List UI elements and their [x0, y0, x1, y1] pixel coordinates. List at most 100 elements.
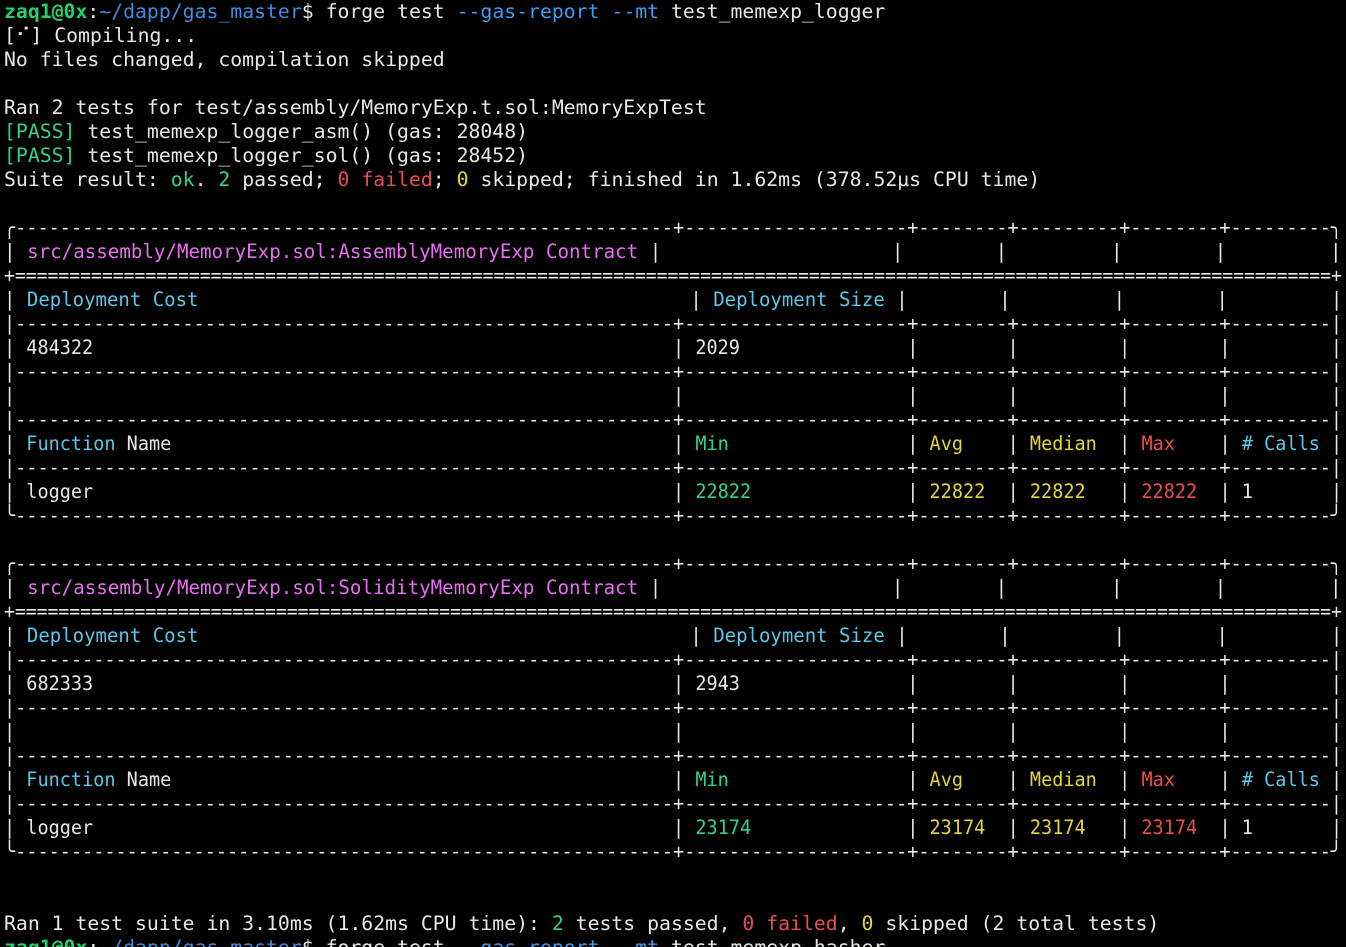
deployment-values-row: | 484322 | 2029 | | | | | [4, 336, 1342, 360]
function-header-row-segment: Max [1141, 432, 1175, 455]
prompt-command-line-segment: : [87, 0, 100, 23]
function-header-row-segment: Name | [115, 768, 696, 791]
terminal-window[interactable]: zaq1@0x: ~/dapp/gas_master$ forge test --… [4, 0, 1342, 947]
function-header-row-segment: Min [695, 768, 729, 791]
pass-sol-line: [PASS] test_memexp_logger_sol() (gas: 28… [4, 144, 1342, 168]
deployment-values-row-segment: | 682333 | 2943 | | | | | [4, 672, 1342, 695]
table-border: |---------------------------------------… [4, 456, 1342, 480]
table-border-segment: |---------------------------------------… [4, 696, 1342, 719]
ran-suite-summary-line-segment: tests passed, [563, 912, 743, 935]
deployment-header-row: | Deployment Cost | Deployment Size | | … [4, 288, 1342, 312]
function-header-row-segment: Name | [115, 432, 696, 455]
table-border: |---------------------------------------… [4, 792, 1342, 816]
prompt-command-line-segment: test_memexp_logger [659, 0, 886, 23]
pass-asm-line-segment: [PASS] [4, 120, 76, 143]
table-border: +=======================================… [4, 600, 1342, 624]
function-row-logger: | logger | 23174 | 23174 | 23174 | 23174… [4, 816, 1342, 840]
deployment-header-row-segment: Deployment Cost [26, 288, 199, 311]
function-header-row-segment: Median [1029, 768, 1097, 791]
table-border: ╰---------------------------------------… [4, 504, 1342, 528]
contract-title-row-segment: src/assembly/MemoryExp.sol:SolidityMemor… [27, 576, 639, 599]
function-header-row-segment: | [728, 768, 930, 791]
empty-row-segment: | | | | | | | [4, 720, 1342, 743]
empty-row: | | | | | | | [4, 720, 1342, 744]
function-header-row-segment: # Calls [1241, 432, 1320, 455]
function-header-row-segment: | [1319, 432, 1342, 455]
function-header-row-segment: | [1096, 432, 1142, 455]
deployment-header-row-segment: Deployment Size [713, 624, 885, 647]
function-row-logger-segment: | [751, 816, 930, 839]
function-header-row-segment: | [1096, 768, 1142, 791]
function-header-row-segment: | [4, 768, 27, 791]
deployment-values-row-segment: | 484322 | 2029 | | | | | [4, 336, 1342, 359]
function-header-row-segment: # Calls [1241, 768, 1320, 791]
table-border: |---------------------------------------… [4, 648, 1342, 672]
function-header-row-segment: Avg [929, 768, 964, 791]
suite-result-line-segment: 2 [218, 168, 231, 191]
function-header-row-segment: Avg [929, 432, 964, 455]
table-border-segment: +=======================================… [4, 600, 1342, 623]
function-row-logger-segment: | logger | [4, 816, 696, 839]
suite-result-line-segment: Suite result: [4, 168, 171, 191]
prompt-command-line-next-segment: --gas-report --mt [457, 936, 659, 947]
function-header-row-segment: | [963, 768, 1030, 791]
function-header-row-segment: | [963, 432, 1030, 455]
function-header-row-segment: Min [695, 432, 729, 455]
contract-title-row: | src/assembly/MemoryExp.sol:SolidityMem… [4, 576, 1342, 600]
suite-result-line-segment: 0 [456, 168, 469, 191]
function-header-row-segment: Function [26, 768, 116, 791]
deployment-header-row-segment: | [4, 288, 27, 311]
function-row-logger-segment: 23174 [695, 816, 752, 839]
empty-row-segment: | | | | | | | [4, 384, 1342, 407]
table-border-segment: |---------------------------------------… [4, 456, 1342, 479]
function-row-logger-segment: | [985, 480, 1030, 503]
function-row-logger-segment: | 1 | [1197, 816, 1342, 839]
function-row-logger-segment: 22822 [1029, 480, 1086, 503]
table-border-segment: |---------------------------------------… [4, 312, 1342, 335]
function-header-row-segment: | [4, 432, 27, 455]
ran-suite-summary-line-segment: skipped (2 total tests) [873, 912, 1160, 935]
prompt-command-line-segment: --gas-report --mt [456, 0, 660, 23]
function-row-logger-segment: 23174 [1029, 816, 1086, 839]
suite-result-line-segment: passed; [230, 168, 338, 191]
pass-asm-line-segment: test_memexp_logger_asm() (gas: 28048) [75, 120, 529, 143]
function-header-row-segment: | [1174, 768, 1242, 791]
deployment-header-row-segment: | | | | | [884, 288, 1342, 311]
table-border: ╭---------------------------------------… [4, 216, 1342, 240]
function-row-logger-segment: | 1 | [1197, 480, 1342, 503]
table-border-segment: |---------------------------------------… [4, 360, 1342, 383]
table-border-segment: |---------------------------------------… [4, 744, 1342, 767]
suite-result-line-segment: . [194, 168, 219, 191]
function-row-logger-segment: | [1085, 816, 1142, 839]
deployment-header-row: | Deployment Cost | Deployment Size | | … [4, 624, 1342, 648]
ran-suite-summary-line-segment: Ran 1 test suite in 3.10ms (1.62ms CPU t… [4, 912, 552, 935]
prompt-command-line-next-segment: ~/dapp/gas_master [99, 936, 301, 947]
table-border: |---------------------------------------… [4, 408, 1342, 432]
prompt-command-line-next-segment: $ forge test [302, 936, 457, 947]
ran-tests-line-segment: Ran 2 tests for test/assembly/MemoryExp.… [4, 96, 707, 119]
prompt-command-line-next-segment: test_memexp_hasher [659, 936, 885, 947]
ran-suite-summary-line-segment: , [837, 912, 862, 935]
contract-title-row-segment: | [4, 576, 28, 599]
function-header-row-segment: Max [1141, 768, 1175, 791]
contract-title-row-segment: | | | | | | [638, 576, 1342, 599]
deployment-header-row-segment: Deployment Size [713, 288, 885, 311]
table-border-segment: ╰---------------------------------------… [4, 840, 1342, 863]
table-border: |---------------------------------------… [4, 744, 1342, 768]
function-header-row: | Function Name | Min | Avg | Median | M… [4, 768, 1342, 792]
suite-result-line: Suite result: ok. 2 passed; 0 failed; 0 … [4, 168, 1342, 192]
deployment-header-row-segment: Deployment Cost [26, 624, 199, 647]
table-border-segment: ╭---------------------------------------… [4, 552, 1342, 575]
function-row-logger-segment: | [751, 480, 930, 503]
prompt-command-line-segment: zaq1@0x [4, 0, 88, 23]
deployment-header-row-segment: | | | | | [884, 624, 1342, 647]
contract-title-row-segment: src/assembly/MemoryExp.sol:AssemblyMemor… [27, 240, 639, 263]
prompt-command-line: zaq1@0x:~/dapp/gas_master$ forge test --… [4, 0, 1342, 24]
function-header-row-segment: | [1174, 432, 1242, 455]
pass-sol-line-segment: test_memexp_logger_sol() (gas: 28452) [75, 144, 529, 167]
prompt-command-line-next: zaq1@0x:~/dapp/gas_master$ forge test --… [4, 936, 1342, 947]
table-border: ╰---------------------------------------… [4, 840, 1342, 864]
